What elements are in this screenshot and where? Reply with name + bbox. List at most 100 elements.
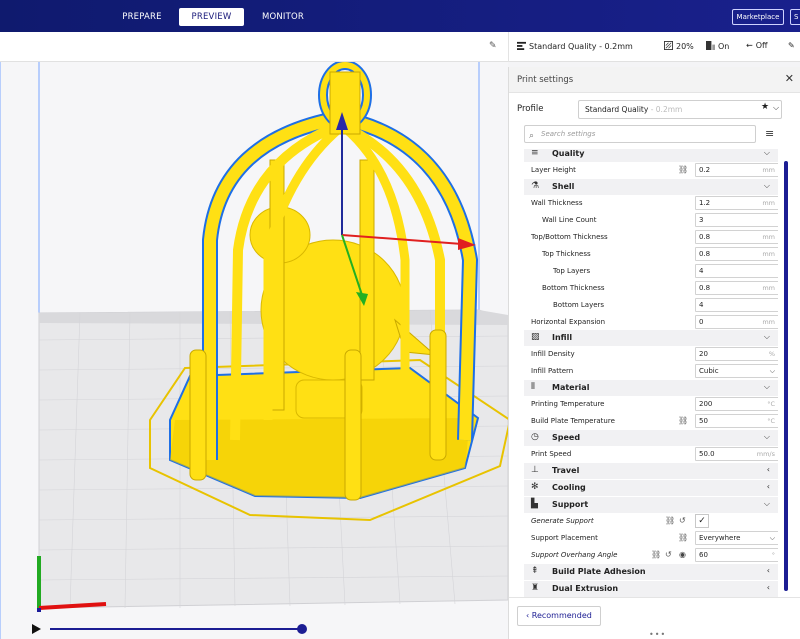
setting-build-plate-temperature: Build Plate Temperature ⛓ 50 °C [524, 413, 778, 430]
edit-pencil-icon[interactable]: ✎ [489, 41, 497, 51]
category-shell[interactable]: ⚗ Shell ⌵ [524, 179, 778, 195]
function-icon[interactable]: ◉ [679, 550, 686, 559]
link-icon[interactable]: ⛓ [678, 416, 688, 425]
infill-summary-value: 20% [676, 42, 694, 51]
setting-wall-line-count: Wall Line Count 3 [524, 212, 778, 229]
profile-summary[interactable]: Standard Quality - 0.2mm [517, 41, 633, 51]
category-speed[interactable]: ◷ Speed ⌵ [524, 430, 778, 446]
printing-temperature-field[interactable]: 200 °C [695, 397, 778, 411]
category-label: Speed [552, 433, 581, 442]
marketplace-button[interactable]: Marketplace [732, 9, 784, 25]
resize-handle-icon[interactable]: ••• [649, 630, 666, 639]
tab-preview[interactable]: PREVIEW [179, 8, 244, 26]
field-value: 200 [699, 400, 713, 408]
top-thickness-field[interactable]: 0.8 mm [695, 247, 778, 261]
profile-sub: - 0.2mm [648, 105, 683, 114]
search-input[interactable]: ⌕ Search settings [524, 125, 756, 143]
link-icon[interactable]: ⛓ [678, 533, 688, 542]
chevron-down-icon: ⌵ [763, 382, 770, 391]
category-travel[interactable]: ⊥ Travel ‹ [524, 463, 778, 479]
dual-extrusion-icon: ♜ [531, 583, 540, 593]
playback-slider[interactable] [0, 620, 508, 639]
horizontal-expansion-field[interactable]: 0 mm [695, 315, 778, 329]
fan-icon: ✻ [531, 482, 539, 492]
infill-icon: ▨ [531, 332, 540, 342]
close-icon[interactable]: ✕ [785, 72, 794, 85]
wall-line-count-field[interactable]: 3 [695, 213, 778, 227]
field-value: 4 [699, 301, 704, 309]
field-unit: °C [767, 400, 775, 408]
support-overhang-angle-field[interactable]: 60 ° [695, 548, 778, 562]
print-settings-summary[interactable]: Standard Quality - 0.2mm 20% On ⇜ Off ✎ [508, 32, 800, 62]
support-icon [706, 41, 715, 50]
panel-title: Print settings [517, 75, 574, 85]
reset-icon[interactable]: ↺ [679, 516, 686, 525]
generate-support-checkbox[interactable]: ✓ [695, 514, 709, 528]
setting-horizontal-expansion: Horizontal Expansion 0 mm [524, 314, 778, 331]
bottom-thickness-field[interactable]: 0.8 mm [695, 281, 778, 295]
field-value: 50.0 [699, 450, 715, 458]
setting-label: Print Speed [531, 450, 572, 458]
top-layers-field[interactable]: 4 [695, 264, 778, 278]
link-icon[interactable]: ⛓ [651, 550, 661, 559]
support-placement-select[interactable]: Everywhere ⌵ [695, 531, 778, 545]
setting-label: Infill Density [531, 350, 575, 358]
category-quality[interactable]: ≡ Quality ⌵ [524, 149, 778, 162]
infill-summary[interactable]: 20% [664, 41, 694, 51]
menu-icon[interactable]: ≡ [765, 127, 774, 140]
category-build-plate-adhesion[interactable]: ⇞ Build Plate Adhesion ‹ [524, 564, 778, 580]
field-unit: mm [762, 318, 775, 326]
settings-list: ≡ Quality ⌵ Layer Height ⛓ 0.2 mm ⚗ Shell… [524, 149, 778, 597]
build-plate-temperature-field[interactable]: 50 °C [695, 414, 778, 428]
edit-pencil-icon[interactable]: ✎ [788, 41, 795, 50]
field-value: 3 [699, 216, 704, 224]
material-icon: ⦀ [531, 382, 535, 392]
link-icon[interactable]: ⛓ [678, 165, 688, 174]
search-placeholder: Search settings [541, 130, 596, 138]
settings-scrollbar[interactable] [784, 161, 788, 591]
layer-height-field[interactable]: 0.2 mm [695, 163, 778, 177]
layer-playback-bar [0, 620, 508, 639]
print-speed-field[interactable]: 50.0 mm/s [695, 447, 778, 461]
field-value: 0.8 [699, 284, 711, 292]
category-dual-extrusion[interactable]: ♜ Dual Extrusion ‹ [524, 581, 778, 597]
chevron-down-icon: ⌵ [763, 332, 770, 341]
recommended-button[interactable]: ‹ Recommended [517, 606, 601, 626]
chevron-down-icon: ⌵ [763, 432, 770, 441]
category-cooling[interactable]: ✻ Cooling ‹ [524, 480, 778, 496]
sign-in-button[interactable]: S [790, 9, 800, 25]
profile-select[interactable]: Standard Quality - 0.2mm [578, 100, 782, 119]
play-icon [32, 624, 41, 634]
chevron-down-icon[interactable]: ⌵ [773, 103, 779, 113]
link-icon[interactable]: ⛓ [665, 516, 675, 525]
category-infill[interactable]: ▨ Infill ⌵ [524, 330, 778, 346]
field-unit: mm [762, 284, 775, 292]
chevron-down-icon: ⌵ [763, 149, 770, 157]
tab-monitor[interactable]: MONITOR [252, 8, 314, 26]
setting-printing-temperature: Printing Temperature 200 °C [524, 396, 778, 413]
category-material[interactable]: ⦀ Material ⌵ [524, 380, 778, 396]
bottom-layers-field[interactable]: 4 [695, 298, 778, 312]
star-icon[interactable]: ★ [761, 102, 769, 112]
wall-thickness-field[interactable]: 1.2 mm [695, 196, 778, 210]
3d-viewport[interactable] [0, 62, 508, 639]
build-plate-scene [0, 62, 508, 639]
reset-icon[interactable]: ↺ [665, 550, 672, 559]
infill-density-field[interactable]: 20% [695, 347, 778, 361]
chevron-down-icon: ⌵ [763, 499, 770, 508]
chevron-down-icon: ⌵ [769, 534, 775, 542]
adhesion-summary[interactable]: ⇜ Off [746, 41, 768, 50]
category-support[interactable]: ▙ Support ⌵ [524, 497, 778, 513]
setting-label: Build Plate Temperature [531, 417, 615, 425]
support-icon: ▙ [531, 499, 538, 509]
support-summary[interactable]: On [706, 41, 729, 51]
travel-icon: ⊥ [531, 465, 539, 475]
adhesion-summary-value: Off [755, 41, 768, 50]
tab-prepare[interactable]: PREPARE [112, 8, 172, 26]
top-bottom-thickness-field[interactable]: 0.8 mm [695, 230, 778, 244]
setting-label: Bottom Thickness [542, 284, 605, 292]
infill-pattern-select[interactable]: Cubic ⌵ [695, 364, 778, 378]
print-settings-panel: Print settings ✕ Profile Standard Qualit… [508, 67, 800, 639]
speed-icon: ◷ [531, 432, 539, 442]
chevron-left-icon: ‹ [766, 583, 770, 592]
